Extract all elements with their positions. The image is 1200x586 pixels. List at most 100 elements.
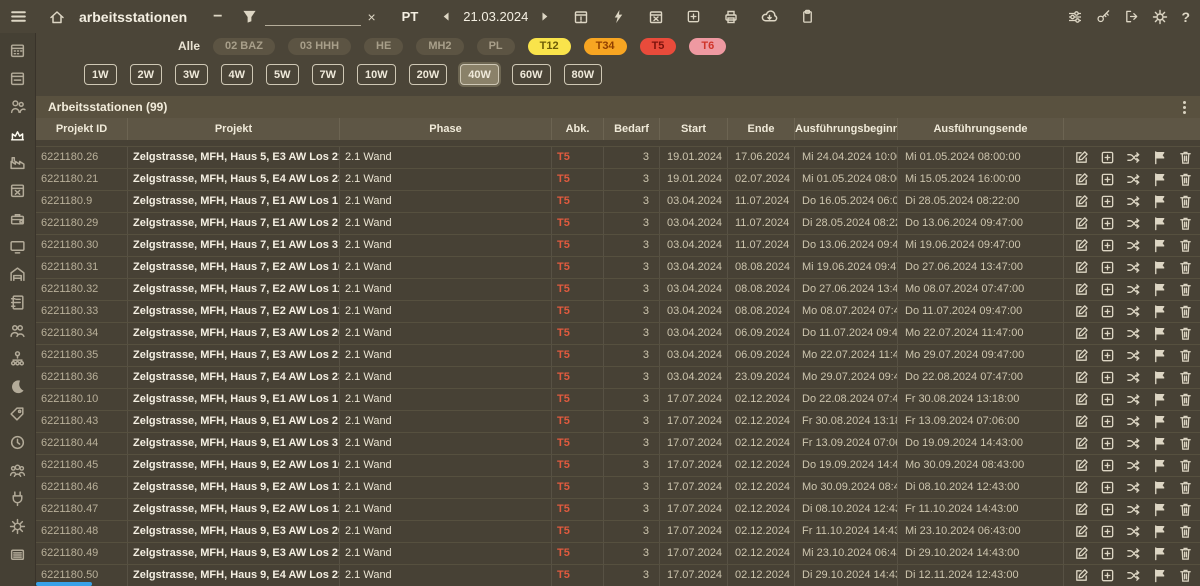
flag-icon[interactable]: [1152, 150, 1167, 165]
add-icon[interactable]: [1100, 546, 1115, 561]
edit-icon[interactable]: [1074, 524, 1089, 539]
table-row[interactable]: 6221180.45 Zelgstrasse, MFH, Haus 9, E2 …: [36, 455, 1200, 477]
trash-icon[interactable]: [1178, 238, 1193, 253]
table-row[interactable]: 6221180.44 Zelgstrasse, MFH, Haus 9, E1 …: [36, 433, 1200, 455]
column-header[interactable]: Ausführungsende: [898, 118, 1064, 140]
group-icon[interactable]: [0, 456, 36, 484]
trash-icon[interactable]: [1178, 150, 1193, 165]
shuffle-icon[interactable]: [1126, 216, 1141, 231]
flag-icon[interactable]: [1152, 282, 1167, 297]
trash-icon[interactable]: [1178, 392, 1193, 407]
calendar-day-icon[interactable]: [0, 64, 36, 92]
edit-icon[interactable]: [1074, 326, 1089, 341]
kebab-menu-icon[interactable]: [1183, 101, 1186, 114]
tags-icon[interactable]: [0, 400, 36, 428]
table-row[interactable]: 6221180.26 Zelgstrasse, MFH, Haus 5, E3 …: [36, 147, 1200, 169]
trash-icon[interactable]: [1178, 172, 1193, 187]
trash-icon[interactable]: [1178, 282, 1193, 297]
trash-icon[interactable]: [1178, 370, 1193, 385]
week-button-20w[interactable]: 20W: [409, 64, 448, 85]
clipboard-icon[interactable]: [800, 9, 815, 24]
hierarchy-icon[interactable]: [0, 344, 36, 372]
gear-icon[interactable]: [0, 512, 36, 540]
printer-icon[interactable]: [723, 9, 739, 25]
flag-icon[interactable]: [1152, 436, 1167, 451]
trash-icon[interactable]: [1178, 194, 1193, 209]
shuffle-icon[interactable]: [1126, 568, 1141, 583]
filter-chip-02-baz[interactable]: 02 BAZ: [213, 38, 275, 55]
edit-icon[interactable]: [1074, 238, 1089, 253]
add-icon[interactable]: [1100, 304, 1115, 319]
shuffle-icon[interactable]: [1126, 194, 1141, 209]
cloud-download-icon[interactable]: [761, 8, 778, 25]
table-row[interactable]: 6221180.35 Zelgstrasse, MFH, Haus 7, E3 …: [36, 345, 1200, 367]
filter-chip-t34[interactable]: T34: [584, 38, 627, 55]
flag-icon[interactable]: [1152, 348, 1167, 363]
week-button-3w[interactable]: 3W: [175, 64, 208, 85]
trash-icon[interactable]: [1178, 480, 1193, 495]
gear-icon[interactable]: [1152, 9, 1168, 25]
monitor-icon[interactable]: [0, 232, 36, 260]
collapse-minus-icon[interactable]: −: [213, 8, 222, 26]
week-button-2w[interactable]: 2W: [130, 64, 163, 85]
flag-icon[interactable]: [1152, 194, 1167, 209]
key-icon[interactable]: [1096, 9, 1111, 24]
table-row[interactable]: 6221180.29 Zelgstrasse, MFH, Haus 7, E1 …: [36, 213, 1200, 235]
bolt-icon[interactable]: [611, 9, 626, 24]
plus-square-icon[interactable]: [686, 9, 701, 24]
add-icon[interactable]: [1100, 238, 1115, 253]
table-row[interactable]: 6221180.46 Zelgstrasse, MFH, Haus 9, E2 …: [36, 477, 1200, 499]
flag-icon[interactable]: [1152, 216, 1167, 231]
week-button-1w[interactable]: 1W: [84, 64, 117, 85]
shuffle-icon[interactable]: [1126, 260, 1141, 275]
table-row[interactable]: 6221180.49 Zelgstrasse, MFH, Haus 9, E3 …: [36, 543, 1200, 565]
edit-icon[interactable]: [1074, 392, 1089, 407]
date-next-icon[interactable]: [538, 10, 551, 23]
edit-icon[interactable]: [1074, 304, 1089, 319]
table-row[interactable]: 6221180.9 Zelgstrasse, MFH, Haus 7, E1 A…: [36, 191, 1200, 213]
edit-icon[interactable]: [1074, 414, 1089, 429]
column-header[interactable]: Phase: [340, 118, 552, 140]
table-row[interactable]: 6221180.10 Zelgstrasse, MFH, Haus 9, E1 …: [36, 389, 1200, 411]
week-button-40w[interactable]: 40W: [460, 64, 499, 85]
team-icon[interactable]: [0, 316, 36, 344]
shuffle-icon[interactable]: [1126, 172, 1141, 187]
calendar-x-icon[interactable]: [648, 9, 664, 25]
users-icon[interactable]: [0, 92, 36, 120]
trash-icon[interactable]: [1178, 348, 1193, 363]
edit-icon[interactable]: [1074, 436, 1089, 451]
flag-icon[interactable]: [1152, 414, 1167, 429]
edit-icon[interactable]: [1074, 502, 1089, 517]
add-icon[interactable]: [1100, 458, 1115, 473]
edit-icon[interactable]: [1074, 194, 1089, 209]
trash-icon[interactable]: [1178, 502, 1193, 517]
filter-search-input[interactable]: [265, 8, 361, 26]
add-icon[interactable]: [1100, 480, 1115, 495]
table-row[interactable]: 6221180.32 Zelgstrasse, MFH, Haus 7, E2 …: [36, 279, 1200, 301]
flag-icon[interactable]: [1152, 524, 1167, 539]
add-icon[interactable]: [1100, 348, 1115, 363]
help-icon[interactable]: ?: [1181, 9, 1190, 25]
edit-icon[interactable]: [1074, 150, 1089, 165]
add-icon[interactable]: [1100, 414, 1115, 429]
edit-icon[interactable]: [1074, 216, 1089, 231]
week-button-5w[interactable]: 5W: [266, 64, 299, 85]
flag-icon[interactable]: [1152, 392, 1167, 407]
flag-icon[interactable]: [1152, 238, 1167, 253]
filter-chip-pl[interactable]: PL: [477, 38, 515, 55]
current-date[interactable]: 21.03.2024: [463, 9, 528, 24]
flag-icon[interactable]: [1152, 172, 1167, 187]
table-row[interactable]: 6221180.36 Zelgstrasse, MFH, Haus 7, E4 …: [36, 367, 1200, 389]
shuffle-icon[interactable]: [1126, 348, 1141, 363]
shuffle-icon[interactable]: [1126, 546, 1141, 561]
trash-icon[interactable]: [1178, 568, 1193, 583]
trash-icon[interactable]: [1178, 304, 1193, 319]
filter-chip-t5[interactable]: T5: [640, 38, 677, 55]
table-row[interactable]: 6221180.48 Zelgstrasse, MFH, Haus 9, E3 …: [36, 521, 1200, 543]
garage-icon[interactable]: [0, 260, 36, 288]
trash-icon[interactable]: [1178, 326, 1193, 341]
plug-icon[interactable]: [0, 484, 36, 512]
factory-icon[interactable]: [0, 148, 36, 176]
logout-icon[interactable]: [1124, 9, 1139, 24]
table-row[interactable]: 6221180.21 Zelgstrasse, MFH, Haus 5, E4 …: [36, 169, 1200, 191]
